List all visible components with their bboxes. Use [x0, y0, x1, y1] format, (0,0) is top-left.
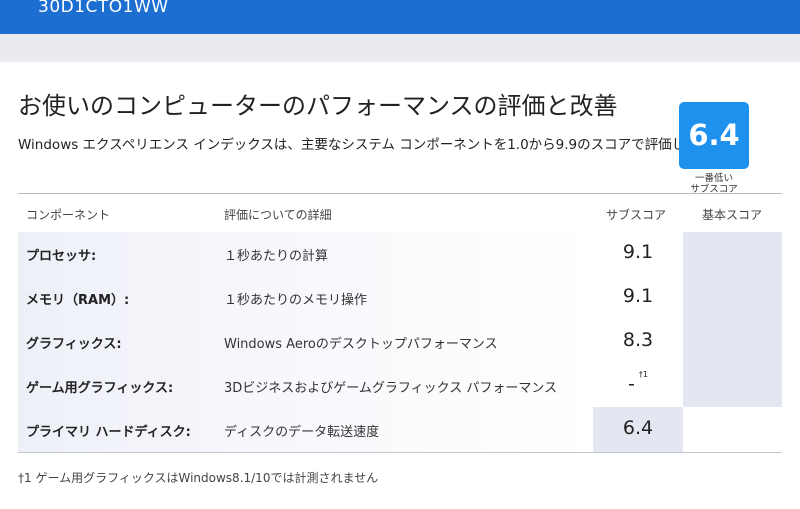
- base-score-badge: 6.4: [679, 102, 749, 169]
- row-subscore: 6.4: [622, 417, 654, 439]
- header-component: コンポーネント: [26, 208, 111, 222]
- model-number: 30D1CTO1WW: [38, 0, 169, 17]
- row-subscore: - †1: [628, 369, 648, 395]
- page-title: お使いのコンピューターのパフォーマンスの評価と改善: [18, 92, 618, 120]
- row-name: プロセッサ:: [26, 249, 97, 264]
- row-detail: 3Dビジネスおよびゲームグラフィックス パフォーマンス: [224, 381, 558, 396]
- header-detail: 評価についての詳細: [224, 208, 332, 222]
- footnote-marker: †1: [638, 369, 648, 379]
- top-banner: 30D1CTO1WW: [0, 0, 800, 34]
- row-name: グラフィックス:: [26, 337, 122, 352]
- header-basescore: 基本スコア: [702, 208, 763, 222]
- footnote: †1 ゲーム用グラフィックスはWindows8.1/10では計測されません: [18, 471, 379, 485]
- table-row-graphics: グラフィックス: Windows Aeroのデスクトップパフォーマンス 8.3: [18, 320, 782, 364]
- banner-spacer: [0, 34, 800, 62]
- table-row-gaming-graphics: ゲーム用グラフィックス: 3Dビジネスおよびゲームグラフィックス パフォーマンス…: [18, 364, 782, 408]
- row-name: プライマリ ハードディスク:: [26, 425, 191, 440]
- row-detail: １秒あたりのメモリ操作: [224, 293, 368, 308]
- row-name: メモリ（RAM）:: [26, 293, 130, 308]
- row-subscore: 9.1: [622, 285, 654, 307]
- row-detail: Windows Aeroのデスクトップパフォーマンス: [224, 337, 498, 352]
- table-row-hard-disk: プライマリ ハードディスク: ディスクのデータ転送速度 6.4: [18, 408, 782, 452]
- header-subscore: サブスコア: [606, 208, 667, 222]
- row-name: ゲーム用グラフィックス:: [26, 381, 174, 396]
- row-detail: １秒あたりの計算: [224, 249, 329, 264]
- table-row-memory: メモリ（RAM）: １秒あたりのメモリ操作 9.1: [18, 276, 782, 320]
- table-row-processor: プロセッサ: １秒あたりの計算 9.1: [18, 232, 782, 276]
- page-description: Windows エクスペリエンス インデックスは、主要なシステム コンポーネント…: [18, 137, 752, 153]
- row-detail: ディスクのデータ転送速度: [224, 425, 380, 440]
- score-table: コンポーネント 評価についての詳細 サブスコア 基本スコア プロセッサ: １秒あ…: [18, 193, 782, 453]
- row-subscore: 9.1: [622, 241, 654, 263]
- table-header: コンポーネント 評価についての詳細 サブスコア 基本スコア: [18, 194, 782, 232]
- row-subscore: 8.3: [622, 329, 654, 351]
- base-score-caption: 一番低い サブスコア: [690, 173, 738, 195]
